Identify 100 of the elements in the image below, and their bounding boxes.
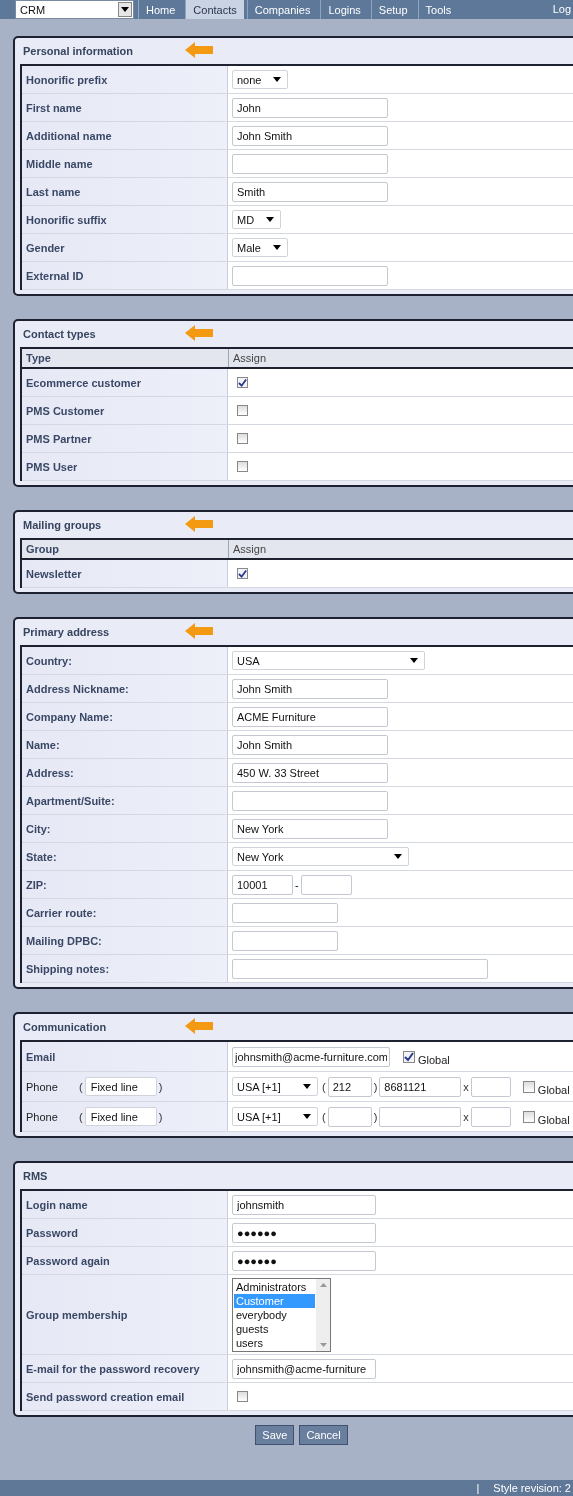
parenthesis: (	[321, 1110, 327, 1123]
input-field[interactable]	[470, 1106, 511, 1127]
input-field[interactable]: ●●●●●●	[232, 1250, 376, 1271]
input-field[interactable]	[232, 902, 338, 923]
checkbox[interactable]	[237, 461, 248, 472]
dropdown[interactable]: Fixed line	[84, 1107, 157, 1126]
input-field[interactable]	[470, 1076, 511, 1097]
parenthesis: )	[372, 1080, 379, 1093]
dropdown[interactable]: USA	[232, 651, 425, 670]
field-label: Email	[26, 1050, 56, 1063]
input-field[interactable]	[232, 790, 388, 811]
list-box[interactable]: Administrators Customer everybody guests users	[232, 1277, 331, 1352]
field-label: PMS Customer	[26, 404, 105, 417]
checkbox-label: Global	[537, 1112, 570, 1126]
scrollbar[interactable]	[316, 1278, 330, 1351]
field-label: Ecommerce customer	[26, 376, 141, 389]
column-header: Type	[22, 349, 229, 367]
input-field[interactable]: 450 W. 33 Street	[232, 762, 388, 783]
dropdown-arrow-icon	[272, 245, 281, 250]
field-label: State:	[26, 850, 57, 863]
input-field[interactable]	[327, 1106, 372, 1127]
field-label: Last name	[26, 185, 81, 198]
input-field[interactable]: johnsmith@acme-furniture.com	[232, 1046, 390, 1067]
input-field[interactable]	[232, 930, 338, 951]
input-field[interactable]: johnsmith	[232, 1194, 376, 1215]
input-field[interactable]	[379, 1106, 462, 1127]
field-label: Shipping notes:	[26, 962, 110, 975]
input-field[interactable]: ACME Furniture	[232, 706, 388, 727]
field-label: Country:	[26, 654, 72, 667]
dropdown[interactable]: Fixed line	[84, 1077, 157, 1096]
scroll-down-icon[interactable]	[319, 1342, 327, 1347]
dropdown-arrow-icon	[121, 7, 129, 12]
field-label: Password	[26, 1226, 78, 1239]
form-button[interactable]: Cancel	[299, 1425, 348, 1445]
field-label: Login name	[26, 1198, 88, 1211]
list-option[interactable]: users	[234, 1335, 315, 1350]
checkbox[interactable]	[522, 1110, 535, 1123]
input-field[interactable]: johnsmith@acme-furniture	[232, 1358, 376, 1379]
input-field[interactable]	[232, 265, 388, 286]
input-field[interactable]: John	[232, 97, 388, 118]
section-title: Mailing groups	[22, 519, 102, 531]
dropdown[interactable]: none	[232, 70, 289, 89]
dropdown-arrow-icon	[266, 217, 275, 222]
status-text: Style revision: 2	[493, 1482, 571, 1494]
field-label: External ID	[26, 269, 84, 282]
field-label: Phone	[26, 1080, 59, 1093]
checkbox[interactable]	[237, 405, 248, 416]
parenthesis: (	[79, 1080, 84, 1093]
app-select[interactable]: CRM	[15, 0, 134, 19]
field-label: Honorific suffix	[26, 213, 107, 226]
input-field[interactable]: John Smith	[232, 734, 388, 755]
field-label: Password again	[26, 1254, 110, 1267]
checkbox-label: Global	[537, 1082, 570, 1096]
checkbox[interactable]	[522, 1080, 535, 1093]
list-option[interactable]: Administrators	[234, 1279, 315, 1294]
form-button[interactable]: Save	[255, 1425, 295, 1445]
checkbox[interactable]	[237, 1391, 248, 1402]
dropdown[interactable]: MD	[232, 210, 282, 229]
input-field[interactable]: John Smith	[232, 678, 388, 699]
input-field[interactable]	[300, 874, 352, 895]
field-label: Phone	[26, 1110, 59, 1123]
input-field[interactable]: New York	[232, 818, 388, 839]
section-title: RMS	[22, 1170, 48, 1182]
parenthesis: )	[157, 1110, 164, 1123]
checkbox[interactable]	[237, 377, 248, 388]
list-option[interactable]: guests	[234, 1321, 315, 1336]
nav-tab[interactable]: Contacts	[185, 0, 244, 19]
checkbox[interactable]	[237, 433, 248, 444]
input-field[interactable]: Smith	[232, 181, 388, 202]
field-label: Carrier route:	[26, 906, 97, 919]
input-field[interactable]: 8681121	[379, 1076, 462, 1097]
field-label: Group membership	[26, 1308, 128, 1321]
nav-link[interactable]: Log	[552, 0, 573, 19]
field-label: PMS User	[26, 460, 78, 473]
parenthesis: )	[372, 1110, 379, 1123]
input-field[interactable]	[232, 153, 388, 174]
checkbox[interactable]	[403, 1050, 415, 1063]
parenthesis: )	[157, 1080, 164, 1093]
checkbox[interactable]	[237, 568, 248, 579]
field-label: First name	[26, 101, 82, 114]
dropdown[interactable]: Male	[232, 238, 288, 257]
parenthesis: (	[321, 1080, 327, 1093]
input-field[interactable]: ●●●●●●	[232, 1222, 376, 1243]
field-label: Apartment/Suite:	[26, 794, 115, 807]
dropdown[interactable]: USA [+1]	[232, 1077, 318, 1096]
input-field[interactable]	[232, 958, 488, 979]
dropdown-arrow-icon	[303, 1114, 311, 1119]
dropdown-arrow-icon	[394, 854, 402, 859]
field-label: Honorific prefix	[26, 73, 108, 86]
input-field[interactable]: John Smith	[232, 125, 388, 146]
column-header: Assign	[232, 542, 267, 557]
input-field[interactable]: 10001	[232, 874, 293, 895]
scroll-up-icon[interactable]	[319, 1282, 327, 1287]
field-label: Gender	[26, 241, 65, 254]
field-label: Middle name	[26, 157, 93, 170]
dropdown[interactable]: USA [+1]	[232, 1107, 318, 1126]
list-option[interactable]: everybody	[234, 1307, 315, 1322]
dropdown[interactable]: New York	[232, 847, 409, 866]
input-field[interactable]: 212	[327, 1076, 372, 1097]
field-label: E-mail for the password recovery	[26, 1362, 200, 1375]
